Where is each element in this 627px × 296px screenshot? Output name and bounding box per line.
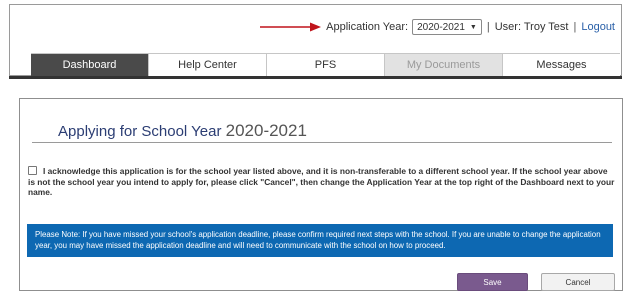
tab-pfs[interactable]: PFS: [267, 54, 385, 76]
logout-link[interactable]: Logout: [581, 21, 615, 33]
application-year-value: 2020-2021: [417, 21, 465, 33]
tab-messages[interactable]: Messages: [503, 54, 620, 76]
application-year-label: Application Year:: [326, 21, 409, 33]
tab-help-center[interactable]: Help Center: [149, 54, 267, 76]
header-panel: Application Year: 2020-2021 ▼ | User: Tr…: [9, 4, 622, 76]
deadline-note: Please Note: If you have missed your sch…: [27, 224, 613, 257]
acknowledgement: I acknowledge this application is for th…: [28, 166, 616, 198]
separator: |: [573, 21, 577, 33]
header-top-row: Application Year: 2020-2021 ▼ | User: Tr…: [260, 17, 615, 37]
acknowledgement-checkbox[interactable]: [28, 166, 37, 175]
school-year-dialog: Applying for School Year 2020-2021 I ack…: [19, 98, 623, 291]
dialog-title-text: Applying for School Year: [58, 123, 222, 140]
dialog-title-year: 2020-2021: [225, 121, 307, 140]
cancel-button[interactable]: Cancel: [541, 273, 615, 291]
save-button[interactable]: Save: [457, 273, 528, 291]
acknowledgement-text: I acknowledge this application is for th…: [28, 166, 615, 197]
tab-dashboard[interactable]: Dashboard: [31, 54, 149, 76]
divider: [32, 142, 612, 143]
dialog-title: Applying for School Year 2020-2021: [58, 121, 307, 141]
separator: |: [486, 21, 490, 33]
header-underline: [9, 76, 622, 79]
tab-my-documents: My Documents: [385, 54, 503, 76]
red-arrow-icon: [260, 22, 322, 32]
user-name: User: Troy Test: [494, 21, 569, 33]
main-tabs: Dashboard Help Center PFS My Documents M…: [31, 53, 620, 76]
chevron-down-icon: ▼: [469, 23, 477, 31]
application-year-select[interactable]: 2020-2021 ▼: [412, 19, 482, 35]
